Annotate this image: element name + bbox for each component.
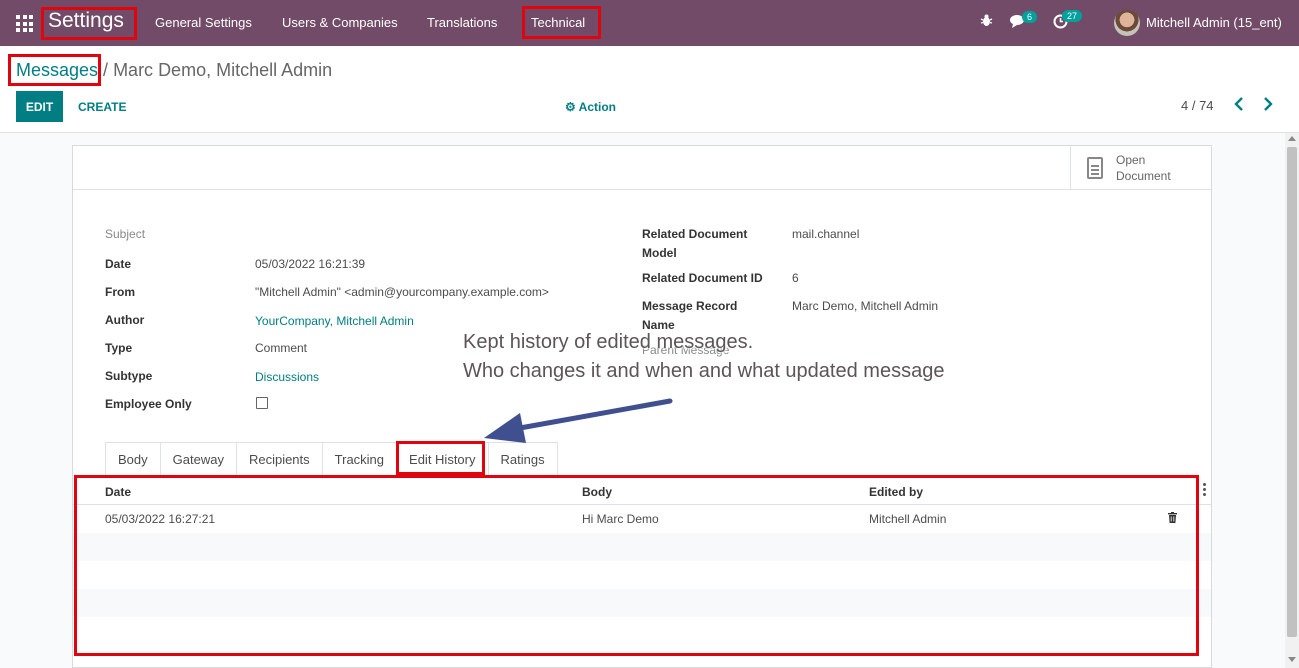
breadcrumb-current: Marc Demo, Mitchell Admin: [113, 60, 333, 80]
debug-bug-icon[interactable]: [980, 13, 993, 30]
column-header-body[interactable]: Body: [582, 485, 612, 499]
field-value-subtype-link[interactable]: Discussions: [255, 370, 319, 384]
tab-tracking[interactable]: Tracking: [321, 442, 398, 476]
user-avatar[interactable]: [1114, 10, 1140, 36]
empty-row: [73, 589, 1211, 617]
field-label-related-model: Related Document Model: [642, 227, 748, 260]
cell-body: Hi Marc Demo: [582, 512, 659, 526]
cell-edited-by: Mitchell Admin: [869, 512, 947, 526]
cell-date: 05/03/2022 16:27:21: [105, 512, 216, 526]
app-title[interactable]: Settings: [48, 9, 124, 33]
breadcrumb: Messages / Marc Demo, Mitchell Admin: [16, 60, 332, 81]
breadcrumb-messages-link[interactable]: Messages: [16, 60, 98, 80]
document-icon: [1087, 156, 1103, 179]
field-label-employee-only: Employee Only: [105, 397, 192, 411]
optional-columns-icon[interactable]: [1203, 483, 1206, 496]
field-label-subject: Subject: [105, 227, 146, 241]
field-value-from: "Mitchell Admin" <admin@yourcompany.exam…: [255, 285, 549, 299]
activity-count-badge: 27: [1062, 10, 1083, 22]
top-navbar: Settings General Settings Users & Compan…: [0, 0, 1299, 46]
open-document-button[interactable]: Open Document: [1070, 146, 1211, 189]
scroll-down-arrow-icon[interactable]: [1288, 657, 1296, 662]
employee-only-checkbox[interactable]: [256, 397, 268, 409]
field-label-subtype: Subtype: [105, 369, 153, 383]
table-row[interactable]: 05/03/2022 16:27:21 Hi Marc Demo Mitchel…: [73, 505, 1211, 533]
annotation-arrow-icon: [484, 398, 673, 443]
column-header-date[interactable]: Date: [105, 485, 131, 499]
field-value-related-model: mail.channel: [792, 227, 860, 241]
annotation-line-1: Kept history of edited messages.: [463, 331, 754, 353]
field-value-type: Comment: [255, 341, 308, 355]
open-document-label: Open Document: [1116, 152, 1171, 183]
pager-value[interactable]: 4 / 74: [1181, 98, 1214, 113]
breadcrumb-separator: /: [98, 60, 114, 80]
pager-next-icon[interactable]: [1263, 97, 1273, 116]
column-header-edited-by[interactable]: Edited by: [869, 485, 923, 499]
annotation-line-2: Who changes it and when and what updated…: [463, 360, 945, 382]
field-label-from: From: [105, 285, 135, 299]
scrollbar-thumb[interactable]: [1287, 147, 1297, 637]
messages-count-badge: 6: [1022, 11, 1038, 23]
field-value-related-id: 6: [792, 271, 799, 285]
action-label: Action: [578, 100, 616, 114]
tab-body[interactable]: Body: [105, 442, 161, 476]
field-label-type: Type: [105, 341, 133, 355]
field-value-date: 05/03/2022 16:21:39: [255, 257, 366, 271]
menu-general-settings[interactable]: General Settings: [155, 15, 252, 30]
user-menu-name[interactable]: Mitchell Admin (15_ent): [1146, 15, 1282, 30]
edit-button[interactable]: EDIT: [16, 91, 63, 122]
field-label-related-id: Related Document ID: [642, 271, 763, 285]
empty-row: [73, 617, 1211, 645]
tab-gateway[interactable]: Gateway: [159, 442, 237, 476]
gear-icon: ⚙: [565, 100, 576, 114]
menu-technical[interactable]: Technical: [531, 15, 585, 30]
apps-menu-icon[interactable]: [16, 15, 33, 32]
button-box: Open Document: [73, 146, 1211, 190]
field-label-date: Date: [105, 257, 132, 271]
pager-previous-icon[interactable]: [1234, 97, 1244, 116]
create-button[interactable]: CREATE: [78, 100, 126, 114]
trash-icon[interactable]: [1168, 512, 1177, 523]
field-value-record-name: Marc Demo, Mitchell Admin: [792, 299, 939, 313]
action-menu-button[interactable]: ⚙ Action: [565, 100, 616, 114]
page-scrollbar[interactable]: [1285, 133, 1299, 668]
field-value-author-link[interactable]: YourCompany, Mitchell Admin: [255, 314, 414, 328]
scroll-up-arrow-icon[interactable]: [1288, 136, 1296, 141]
tab-recipients[interactable]: Recipients: [235, 442, 323, 476]
empty-row: [73, 561, 1211, 589]
menu-users-companies[interactable]: Users & Companies: [282, 15, 398, 30]
control-panel: Messages / Marc Demo, Mitchell Admin EDI…: [0, 46, 1299, 133]
table-header: Date Body Edited by: [73, 475, 1211, 505]
field-label-author: Author: [105, 313, 145, 327]
tab-edit-history[interactable]: Edit History: [396, 442, 489, 476]
menu-translations[interactable]: Translations: [427, 15, 497, 30]
empty-row: [73, 533, 1211, 561]
